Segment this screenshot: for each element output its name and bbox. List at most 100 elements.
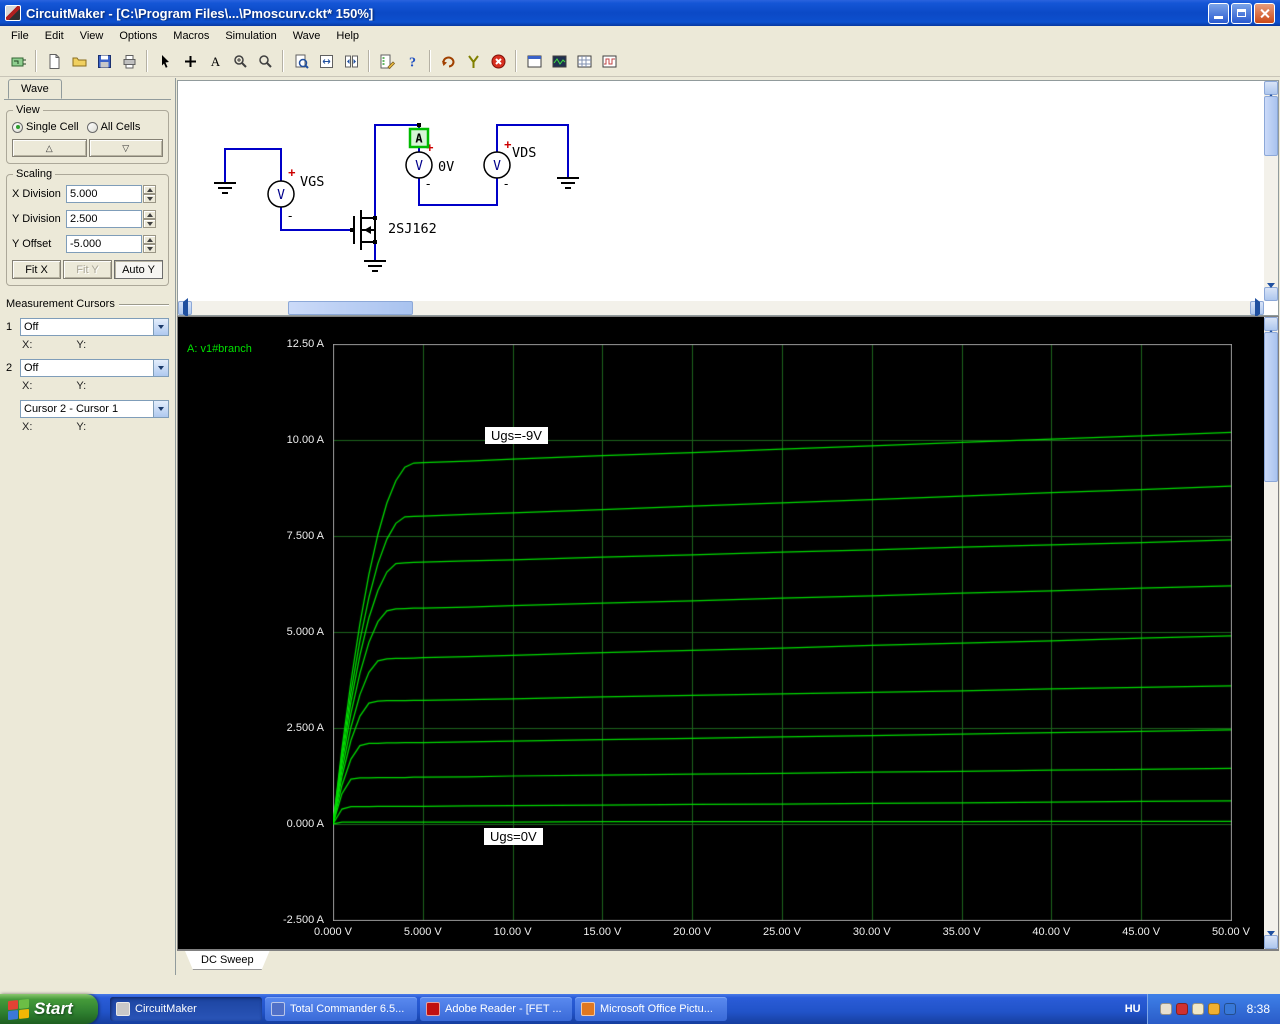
- y-offset-spinner[interactable]: [143, 235, 156, 253]
- tray-update-icon[interactable]: [1207, 1003, 1220, 1015]
- scrollbar-thumb[interactable]: [288, 301, 413, 315]
- zoom-tool-button[interactable]: [253, 49, 277, 73]
- split-view-button[interactable]: [339, 49, 363, 73]
- tray-volume-icon[interactable]: [1191, 1003, 1204, 1015]
- scroll-left-icon[interactable]: [178, 301, 192, 315]
- x-tick-label: 45.00 V: [1122, 926, 1161, 938]
- tray-antivirus-icon[interactable]: [1175, 1003, 1188, 1015]
- taskbar: Start CircuitMaker Total Commander 6.5...…: [0, 994, 1280, 1024]
- cursor-diff-select[interactable]: Cursor 2 - Cursor 1: [20, 400, 169, 418]
- y-division-spinner[interactable]: [143, 210, 156, 228]
- print-button[interactable]: [117, 49, 141, 73]
- spin-down-icon[interactable]: [143, 219, 156, 228]
- fit-x-button[interactable]: Fit X: [12, 260, 61, 279]
- taskbar-button-2[interactable]: Total Commander 6.5...: [265, 997, 417, 1021]
- simulation-setup-button[interactable]: [375, 49, 399, 73]
- search-document-button[interactable]: [289, 49, 313, 73]
- schematic-canvas[interactable]: V + - VGS V + - 0V A V + - VDS 2SJ162: [178, 81, 1264, 301]
- start-button[interactable]: Start: [0, 994, 98, 1024]
- spin-up-icon[interactable]: [143, 185, 156, 194]
- zoom-in-button[interactable]: [228, 49, 252, 73]
- menu-view[interactable]: View: [72, 27, 112, 45]
- taskbar-button-3[interactable]: Adobe Reader - [FET ...: [420, 997, 572, 1021]
- junction-dot: [350, 228, 354, 232]
- x-division-input[interactable]: [66, 185, 142, 203]
- select-arrow-button[interactable]: [153, 49, 177, 73]
- taskbar-button-4[interactable]: Microsoft Office Pictu...: [575, 997, 727, 1021]
- waveform-plot[interactable]: [333, 344, 1232, 921]
- undo-button[interactable]: [436, 49, 460, 73]
- open-folder-button[interactable]: [67, 49, 91, 73]
- cursor-1-select[interactable]: Off: [20, 318, 169, 336]
- tray-pen-icon[interactable]: [1159, 1003, 1172, 1015]
- vds-source[interactable]: V + - VDS: [483, 137, 536, 191]
- close-button[interactable]: [1254, 2, 1275, 24]
- stop-simulation-button[interactable]: [486, 49, 510, 73]
- taskbar-button-1[interactable]: CircuitMaker: [110, 997, 262, 1021]
- spin-down-icon[interactable]: [143, 244, 156, 253]
- spin-up-icon[interactable]: [143, 210, 156, 219]
- pmos-transistor-icon[interactable]: [353, 210, 376, 250]
- tab-wave[interactable]: Wave: [8, 79, 62, 99]
- close-icon: [1259, 8, 1270, 19]
- cursor-2-select[interactable]: Off: [20, 359, 169, 377]
- window-controls: [1206, 2, 1275, 24]
- language-indicator[interactable]: HU: [1119, 1003, 1147, 1015]
- fit-buttons: Fit X Fit Y Auto Y: [12, 260, 163, 279]
- scrollbar-thumb[interactable]: [1264, 332, 1278, 482]
- scroll-down-icon[interactable]: [1264, 935, 1278, 949]
- source-v-glyph: V: [277, 188, 285, 203]
- waveform-window-button[interactable]: [597, 49, 621, 73]
- taskbar-button-icon: [116, 1002, 130, 1016]
- menu-options[interactable]: Options: [111, 27, 165, 45]
- oscilloscope-button[interactable]: [547, 49, 571, 73]
- menu-simulation[interactable]: Simulation: [217, 27, 284, 45]
- restore-button[interactable]: [1231, 2, 1252, 24]
- circuit-board-button[interactable]: [6, 49, 30, 73]
- probe-button[interactable]: [461, 49, 485, 73]
- spin-up-icon[interactable]: [143, 235, 156, 244]
- spin-down-icon[interactable]: [143, 194, 156, 203]
- pan-up-button[interactable]: △: [12, 139, 87, 157]
- y-division-input[interactable]: [66, 210, 142, 228]
- menu-edit[interactable]: Edit: [37, 27, 72, 45]
- x-division-spinner[interactable]: [143, 185, 156, 203]
- ammeter-source[interactable]: V + - 0V A: [405, 127, 454, 191]
- schematic-horizontal-scrollbar[interactable]: [178, 301, 1264, 315]
- vgs-source[interactable]: V + - VGS: [267, 165, 324, 223]
- logic-grid-button[interactable]: [572, 49, 596, 73]
- scroll-up-icon[interactable]: [1264, 317, 1278, 331]
- y-offset-row: Y Offset: [12, 235, 163, 253]
- radio-all-cells[interactable]: All Cells: [86, 121, 140, 133]
- scroll-up-icon[interactable]: [1264, 81, 1278, 95]
- minus-icon: -: [504, 176, 508, 191]
- menu-file[interactable]: File: [3, 27, 37, 45]
- add-part-button[interactable]: [178, 49, 202, 73]
- select-arrow-icon: [161, 54, 169, 68]
- help-button[interactable]: ?: [400, 49, 424, 73]
- scroll-down-icon[interactable]: [1264, 287, 1278, 301]
- new-file-button[interactable]: [42, 49, 66, 73]
- waveform-vertical-scrollbar[interactable]: [1264, 317, 1278, 949]
- pan-down-button[interactable]: ▽: [88, 139, 163, 157]
- scrollbar-thumb[interactable]: [1264, 96, 1278, 156]
- digital-window-button[interactable]: [522, 49, 546, 73]
- tab-dc-sweep[interactable]: DC Sweep: [185, 951, 270, 970]
- menu-wave[interactable]: Wave: [285, 27, 329, 45]
- y-offset-input[interactable]: [66, 235, 142, 253]
- chevron-down-icon[interactable]: [153, 360, 168, 376]
- menu-help[interactable]: Help: [328, 27, 367, 45]
- radio-single-cell[interactable]: Single Cell: [12, 121, 79, 133]
- menu-macros[interactable]: Macros: [165, 27, 217, 45]
- auto-y-button[interactable]: Auto Y: [114, 260, 163, 279]
- fit-to-page-button[interactable]: [314, 49, 338, 73]
- save-button[interactable]: [92, 49, 116, 73]
- chevron-down-icon[interactable]: [153, 319, 168, 335]
- ammeter-probe-label: A: [415, 132, 423, 146]
- scroll-right-icon[interactable]: [1250, 301, 1264, 315]
- schematic-vertical-scrollbar[interactable]: [1264, 81, 1278, 301]
- chevron-down-icon[interactable]: [153, 401, 168, 417]
- text-tool-button[interactable]: A: [203, 49, 227, 73]
- minimize-button[interactable]: [1208, 2, 1229, 24]
- tray-network-icon[interactable]: [1223, 1003, 1236, 1015]
